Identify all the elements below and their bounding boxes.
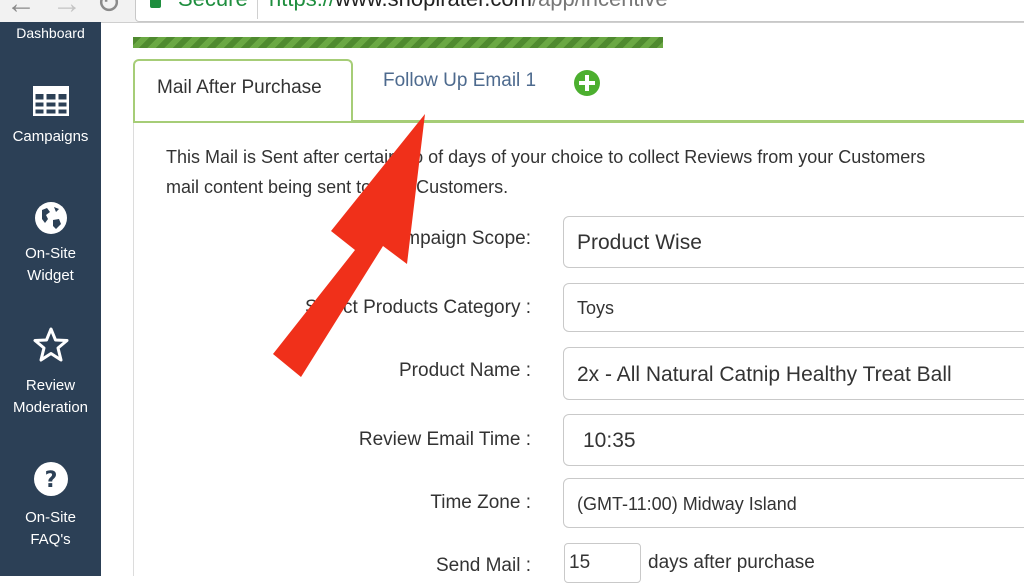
plus-circle-icon[interactable] xyxy=(573,69,601,97)
sidebar-item-label: On-Site Widget xyxy=(25,245,76,284)
sidebar-item-label: Dashboard xyxy=(16,25,85,41)
tab-follow-up-email-1[interactable]: Follow Up Email 1 xyxy=(383,70,536,92)
forward-arrow-icon[interactable]: → xyxy=(52,0,82,22)
category-label: Select Products Category : xyxy=(305,297,531,318)
sidebar-item-label: Campaigns xyxy=(12,128,89,145)
send-mail-suffix: days after purchase xyxy=(648,552,815,573)
url-host: www.shopirater.com xyxy=(335,0,532,11)
time-zone-select[interactable]: (GMT-11:00) Midway Island xyxy=(563,478,1024,528)
product-name-label: Product Name : xyxy=(399,360,531,381)
progress-bar xyxy=(133,37,663,48)
url-text[interactable]: https://www.shopirater.com/app/incentive xyxy=(269,0,668,12)
category-select[interactable]: Toys xyxy=(563,283,1024,332)
star-icon xyxy=(33,327,68,362)
address-separator xyxy=(257,0,258,19)
send-mail-days-input[interactable]: 15 xyxy=(564,543,641,583)
sidebar: Dashboard Campaigns On-Site Widget Revie… xyxy=(0,22,101,576)
sidebar-item-onsite-faqs[interactable]: ? On-Site FAQ's xyxy=(0,461,101,551)
send-mail-label: Send Mail : xyxy=(435,555,531,576)
description-line-1: This Mail is Sent after certain no of da… xyxy=(166,147,926,167)
sidebar-item-label: On-Site FAQ's xyxy=(25,509,76,548)
sidebar-item-onsite-widget[interactable]: On-Site Widget xyxy=(0,201,101,287)
time-zone-label: Time Zone : xyxy=(430,492,531,513)
lock-icon xyxy=(150,0,161,8)
back-arrow-icon[interactable]: ← xyxy=(6,0,36,22)
product-name-select[interactable]: 2x - All Natural Catnip Healthy Treat Ba… xyxy=(563,347,1024,400)
reload-icon[interactable]: ↻ xyxy=(96,0,121,22)
sidebar-item-review-moderation[interactable]: Review Moderation xyxy=(0,327,101,419)
description: This Mail is Sent after certain no of da… xyxy=(166,142,1024,202)
sidebar-item-dashboard[interactable]: Dashboard xyxy=(0,22,101,44)
description-line-2: mail content being sent to your Customer… xyxy=(166,177,509,197)
review-email-time-input[interactable]: 10:35 xyxy=(563,414,1024,466)
address-bar[interactable]: Secure https://www.shopirater.com/app/in… xyxy=(135,0,1024,22)
campaign-scope-select[interactable]: Product Wise xyxy=(563,216,1024,268)
globe-icon xyxy=(34,202,67,234)
url-path: /app/incentive xyxy=(532,0,668,11)
campaign-scope-label: Campaign Scope: xyxy=(379,228,531,249)
url-scheme: https:// xyxy=(269,0,335,11)
browser-chrome: ← → ↻ Secure https://www.shopirater.com/… xyxy=(0,0,1024,23)
tab-mail-after-purchase[interactable]: Mail After Purchase xyxy=(133,59,353,121)
secure-label: Secure xyxy=(178,0,248,12)
question-circle-icon: ? xyxy=(33,462,68,496)
sidebar-item-label: Review Moderation xyxy=(12,377,89,416)
table-grid-icon xyxy=(32,86,69,116)
svg-text:?: ? xyxy=(44,468,57,493)
sidebar-item-campaigns[interactable]: Campaigns xyxy=(0,86,101,148)
review-email-time-label: Review Email Time : xyxy=(358,429,531,450)
